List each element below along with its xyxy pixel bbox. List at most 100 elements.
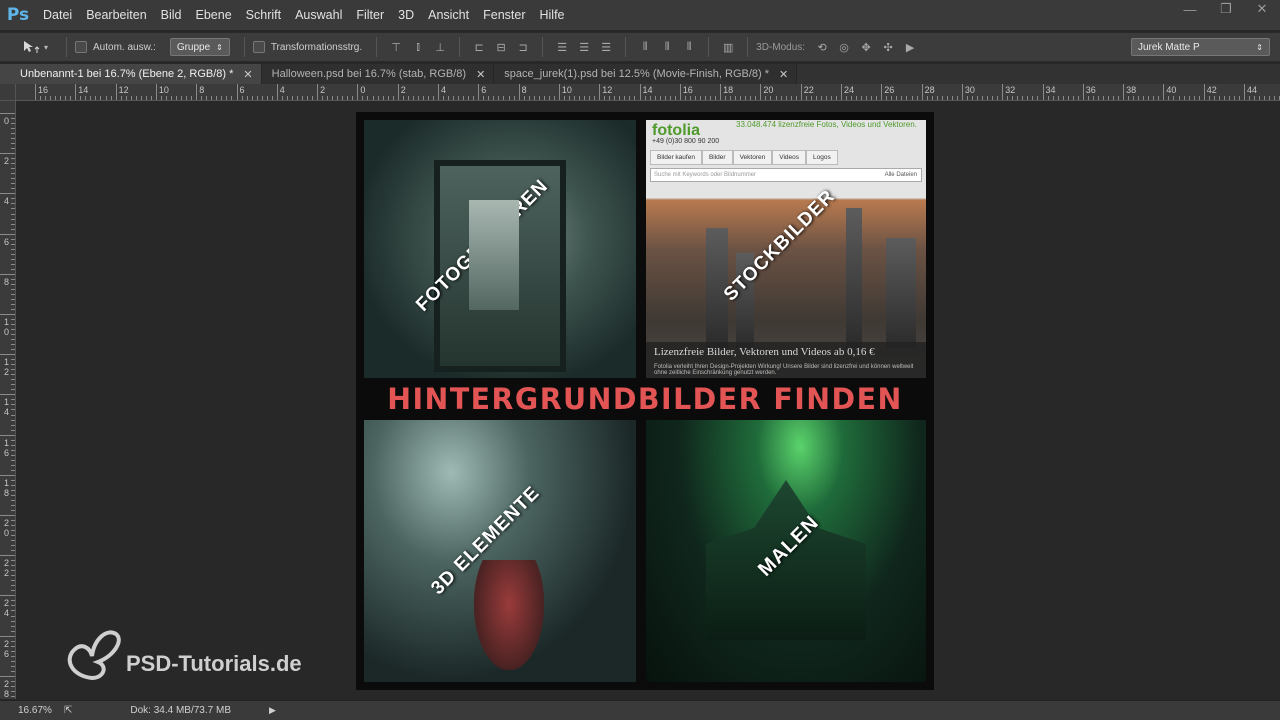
ruler-minor-tick xyxy=(402,96,404,100)
close-icon[interactable]: ✕ xyxy=(476,68,485,81)
ruler-minor-tick xyxy=(11,560,15,562)
menu-datei[interactable]: Datei xyxy=(36,0,79,30)
horizontal-ruler[interactable]: 16 14 12 10 8 6 4 2 0 2 4 6 8 10 12 14 16 18 20 22 24 26 28 30 3… xyxy=(0,84,1280,101)
menu-auswahl[interactable]: Auswahl xyxy=(288,0,349,30)
export-icon[interactable]: ⇱ xyxy=(64,705,72,716)
ruler-minor-tick xyxy=(11,690,15,692)
ruler-minor-tick xyxy=(11,339,15,341)
ruler-minor-tick xyxy=(55,96,57,100)
distribute-hcenter-icon[interactable]: ⫴ xyxy=(656,38,678,56)
align-left-icon[interactable]: ⊏ xyxy=(468,38,490,56)
ruler-minor-tick xyxy=(11,535,15,537)
ruler-minor-tick xyxy=(266,96,268,100)
restore-button[interactable]: ❐ xyxy=(1208,0,1244,18)
distribute-vcenter-icon[interactable]: ☰ xyxy=(573,38,595,56)
ruler-minor-tick xyxy=(473,96,475,100)
auto-align-icon[interactable]: ▥ xyxy=(717,38,739,56)
menu-ansicht[interactable]: Ansicht xyxy=(421,0,476,30)
ruler-minor-tick xyxy=(0,113,15,114)
ruler-minor-tick xyxy=(488,96,490,100)
chevron-updown-icon: ⇕ xyxy=(1256,42,1263,52)
menu-3d[interactable]: 3D xyxy=(391,0,421,30)
ruler-origin[interactable] xyxy=(0,84,16,101)
3d-orbit-icon[interactable]: ⟲ xyxy=(811,38,833,56)
menu-fenster[interactable]: Fenster xyxy=(476,0,532,30)
fotolia-nav-item: Bilder kaufen xyxy=(650,150,702,165)
menu-ebene[interactable]: Ebene xyxy=(189,0,239,30)
ruler-label: 20 xyxy=(763,85,774,95)
3d-scale-icon[interactable]: ▶ xyxy=(899,38,921,56)
3d-slide-icon[interactable]: ✣ xyxy=(877,38,899,56)
label-malen: MALEN xyxy=(754,511,824,581)
ruler-minor-tick xyxy=(992,96,994,100)
fotolia-nav-item: Vektoren xyxy=(732,150,773,165)
ruler-minor-tick xyxy=(11,570,15,572)
workspace-dropdown[interactable]: Jurek Matte P ⇕ xyxy=(1131,38,1270,56)
ruler-minor-tick xyxy=(322,96,324,100)
distribute-bottom-icon[interactable]: ☰ xyxy=(595,38,617,56)
3d-pan-icon[interactable]: ✥ xyxy=(855,38,877,56)
menu-filter[interactable]: Filter xyxy=(349,0,391,30)
ruler-tick xyxy=(518,84,520,100)
vertical-ruler[interactable]: 0 2 4 6 8 1 0 1 2 1 4 1 6 1 8 2 0 2 2 2 4 2 6 2 8 xyxy=(0,101,16,712)
ruler-minor-tick xyxy=(165,96,167,100)
ruler-minor-tick xyxy=(1259,96,1261,100)
ruler-label: 6 xyxy=(4,236,10,247)
ruler-minor-tick xyxy=(0,354,15,356)
status-menu-arrow-icon[interactable]: ▶ xyxy=(269,705,276,716)
ruler-minor-tick xyxy=(513,96,515,100)
ruler-minor-tick xyxy=(846,96,848,100)
move-tool-icon[interactable]: ▾ xyxy=(22,40,58,54)
ruler-minor-tick xyxy=(0,314,15,315)
ruler-label: 1 2 xyxy=(4,357,10,378)
menu-hilfe[interactable]: Hilfe xyxy=(533,0,572,30)
tab-unbenannt-1[interactable]: Unbenannt-1 bei 16.7% (Ebene 2, RGB/8) *… xyxy=(0,64,262,84)
photoshop-logo-icon[interactable]: Ps xyxy=(0,0,36,30)
auto-select-checkbox[interactable] xyxy=(75,41,87,53)
3d-roll-icon[interactable]: ◎ xyxy=(833,38,855,56)
ruler-minor-tick xyxy=(251,96,253,100)
align-hcenter-icon[interactable]: ⊟ xyxy=(490,38,512,56)
menu-schrift[interactable]: Schrift xyxy=(239,0,288,30)
ruler-tick xyxy=(1203,84,1205,100)
ruler-minor-tick xyxy=(1032,96,1034,100)
transform-controls-checkbox[interactable] xyxy=(252,41,265,53)
menu-bearbeiten[interactable]: Bearbeiten xyxy=(79,0,153,30)
align-vcenter-icon[interactable]: ⫾ xyxy=(407,38,429,56)
ruler-minor-tick xyxy=(851,96,853,100)
align-top-icon[interactable]: ⊤ xyxy=(385,38,407,56)
ruler-minor-tick xyxy=(11,530,15,532)
document-size: Dok: 34.4 MB/73.7 MB xyxy=(130,705,231,716)
ruler-tick xyxy=(357,84,359,100)
menu-bild[interactable]: Bild xyxy=(154,0,189,30)
ruler-minor-tick xyxy=(951,96,953,100)
tab-halloween[interactable]: Halloween.psd bei 16.7% (stab, RGB/8) ✕ xyxy=(261,64,495,84)
close-window-button[interactable]: ✕ xyxy=(1244,0,1280,18)
ruler-minor-tick xyxy=(11,324,15,326)
ruler-minor-tick xyxy=(453,96,455,100)
ruler-tick xyxy=(317,84,319,100)
ruler-minor-tick xyxy=(11,228,15,230)
align-right-icon[interactable]: ⊐ xyxy=(512,38,534,56)
tab-space-jurek[interactable]: space_jurek(1).psd bei 12.5% (Movie-Fini… xyxy=(494,64,798,84)
close-icon[interactable]: ✕ xyxy=(243,68,252,81)
align-bottom-icon[interactable]: ⊥ xyxy=(429,38,451,56)
ruler-minor-tick xyxy=(11,665,15,667)
ruler-label: 6 xyxy=(239,85,245,95)
ruler-minor-tick xyxy=(186,96,188,100)
zoom-level[interactable]: 16.67% xyxy=(0,705,60,716)
ruler-minor-tick xyxy=(332,96,334,100)
distribute-top-icon[interactable]: ☰ xyxy=(551,38,573,56)
ruler-label: 32 xyxy=(1005,85,1016,95)
distribute-left-icon[interactable]: ⫴ xyxy=(634,38,656,56)
ruler-minor-tick xyxy=(11,640,15,642)
ruler-minor-tick xyxy=(1183,96,1185,100)
distribute-right-icon[interactable]: ⫴ xyxy=(678,38,700,56)
ruler-minor-tick xyxy=(11,499,15,501)
auto-select-dropdown[interactable]: Gruppe ⇕ xyxy=(169,38,230,56)
close-icon[interactable]: ✕ xyxy=(779,68,788,81)
ruler-minor-tick xyxy=(659,96,661,100)
minimize-button[interactable]: — xyxy=(1172,0,1208,18)
ruler-minor-tick xyxy=(11,625,15,627)
ruler-minor-tick xyxy=(11,303,15,305)
